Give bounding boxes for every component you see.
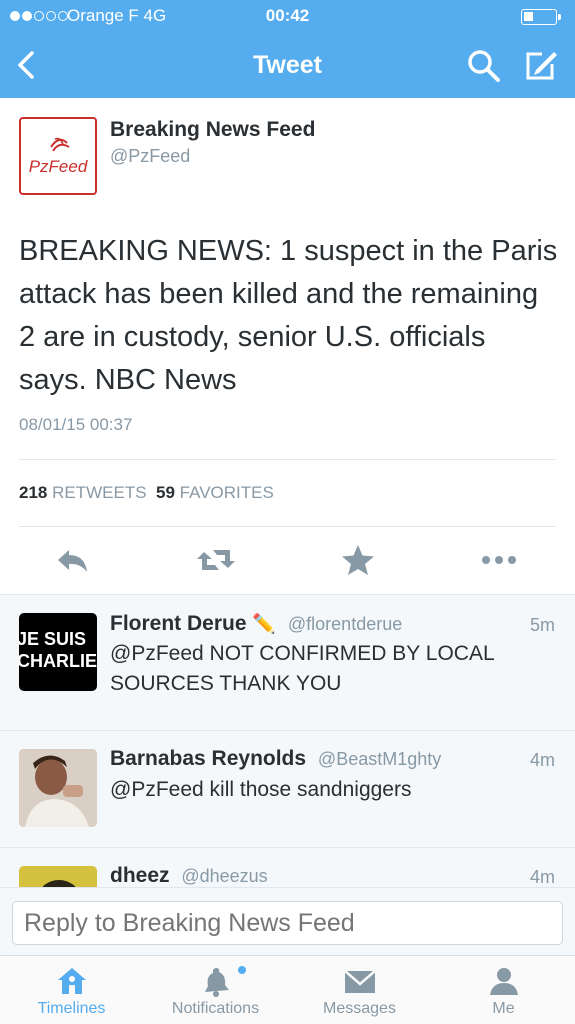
- nav-bar: Tweet: [0, 32, 575, 98]
- envelope-icon: [343, 970, 376, 993]
- reply-text: @PzFeed NOT CONFIRMED BY LOCAL SOURCES T…: [110, 642, 494, 695]
- profile-photo-icon: [19, 749, 97, 827]
- author-handle[interactable]: @PzFeed: [110, 146, 190, 167]
- tweet-timestamp: 08/01/15 00:37: [19, 415, 133, 434]
- reply-handle: @BeastM1ghty: [317, 749, 442, 769]
- tab-timelines[interactable]: Timelines: [0, 956, 143, 1024]
- reply-author[interactable]: Barnabas Reynolds @BeastM1ghty: [110, 747, 441, 771]
- tweet-actions: [0, 538, 575, 582]
- profile-photo-icon: [19, 866, 97, 887]
- list-item[interactable]: Barnabas Reynolds @BeastM1ghty 4m @PzFee…: [0, 731, 575, 847]
- top-bar: Orange F 4G 00:42 Tweet: [0, 0, 575, 98]
- reply-text: @PzFeed kill those sandniggers: [110, 778, 412, 801]
- status-time: 00:42: [265, 6, 310, 25]
- tab-notifications[interactable]: Notifications: [144, 956, 287, 1024]
- person-icon: [489, 968, 518, 995]
- reply-time: 4m: [529, 750, 555, 770]
- reply-author-name: dheez: [110, 864, 170, 887]
- globe-logo-icon: [50, 137, 70, 152]
- reply-author-name: Barnabas Reynolds: [110, 747, 307, 770]
- tab-bar: Timelines Notifications Messages Me: [0, 955, 575, 1024]
- tab-label: Messages: [323, 1000, 396, 1017]
- battery-icon: [521, 9, 561, 25]
- favorite-label[interactable]: FAVORITES: [180, 483, 274, 502]
- pencil-icon: ✏️: [252, 614, 277, 635]
- tab-label: Me: [492, 1000, 515, 1017]
- reply-input[interactable]: [12, 901, 563, 945]
- reply-time: 5m: [529, 615, 555, 635]
- search-icon[interactable]: [466, 48, 502, 84]
- reply-handle: @dheezus: [181, 866, 268, 886]
- author-avatar[interactable]: PzFeed: [19, 117, 97, 195]
- avatar[interactable]: JE SUIS CHARLIE: [19, 613, 97, 691]
- reply-time: 4m: [529, 867, 555, 887]
- tab-label: Notifications: [171, 1000, 260, 1017]
- retweet-icon[interactable]: [195, 542, 237, 578]
- replies-list: JE SUIS CHARLIE Florent Derue ✏️ @floren…: [0, 595, 575, 887]
- compose-icon[interactable]: [522, 46, 560, 84]
- avatar-text: JE SUIS: [19, 629, 87, 649]
- bell-icon: [204, 968, 229, 997]
- more-options-icon[interactable]: [480, 542, 518, 578]
- tab-messages[interactable]: Messages: [288, 956, 431, 1024]
- favorite-star-icon[interactable]: [339, 542, 377, 578]
- reply-handle: @florentderue: [287, 614, 403, 634]
- tab-label: Timelines: [37, 1000, 106, 1017]
- avatar-text: CHARLIE: [19, 651, 97, 671]
- reply-author[interactable]: dheez @dheezus: [110, 864, 268, 887]
- author-name[interactable]: Breaking News Feed: [110, 118, 315, 142]
- retweet-count[interactable]: 218: [19, 483, 47, 502]
- status-bar: Orange F 4G 00:42: [0, 0, 575, 32]
- favorite-count[interactable]: 59: [156, 483, 175, 502]
- avatar-logo-text: PzFeed: [28, 157, 88, 176]
- tab-me[interactable]: Me: [432, 956, 575, 1024]
- list-item[interactable]: dheez @dheezus 4m: [0, 848, 575, 887]
- avatar[interactable]: [19, 749, 97, 827]
- notification-dot-icon: [238, 966, 246, 974]
- avatar[interactable]: [19, 866, 97, 887]
- retweet-label[interactable]: RETWEETS: [52, 483, 146, 502]
- list-item[interactable]: JE SUIS CHARLIE Florent Derue ✏️ @floren…: [0, 595, 575, 730]
- reply-bar: [0, 887, 575, 955]
- tweet-stats: 218 RETWEETS 59 FAVORITES: [19, 483, 274, 503]
- divider: [19, 526, 556, 527]
- divider: [19, 459, 556, 460]
- reply-author-name: Florent Derue: [110, 612, 247, 635]
- reply-author[interactable]: Florent Derue ✏️ @florentderue: [110, 612, 402, 636]
- home-icon: [57, 968, 86, 994]
- tweet-text: BREAKING NEWS: 1 suspect in the Paris at…: [19, 235, 558, 396]
- reply-icon[interactable]: [54, 542, 92, 578]
